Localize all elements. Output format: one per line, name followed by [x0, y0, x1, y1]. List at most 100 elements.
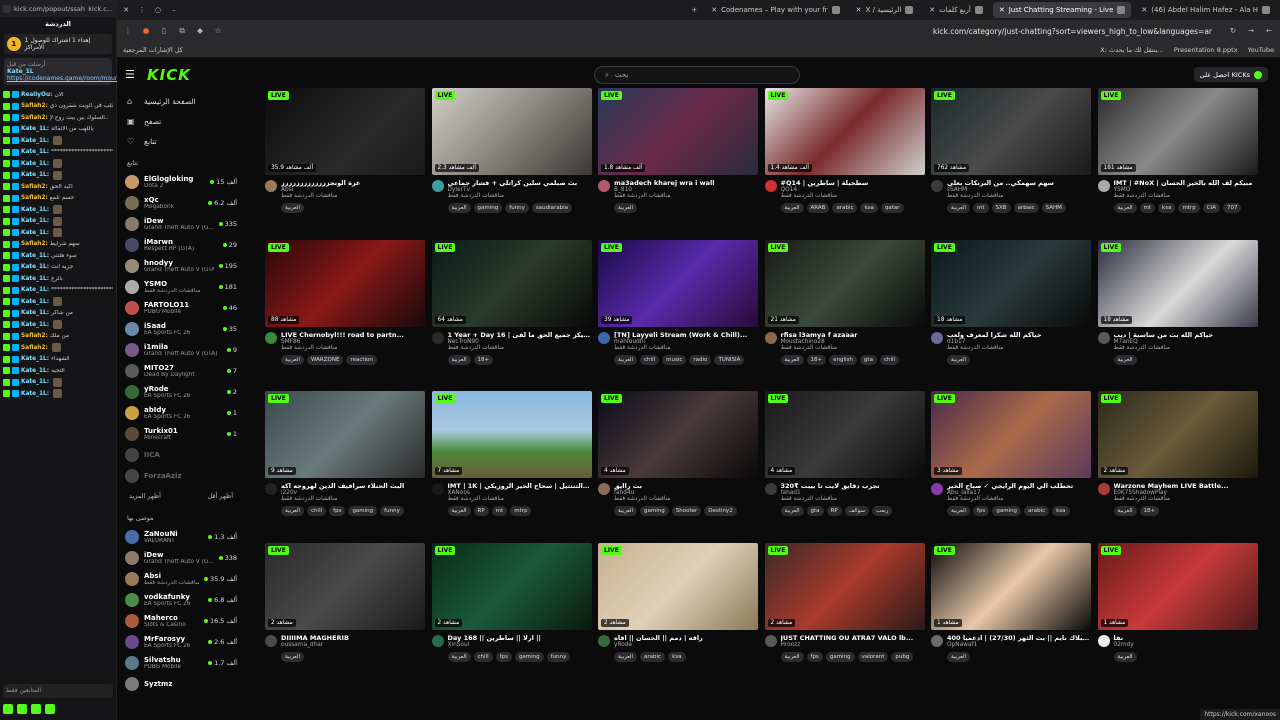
channel-avatar[interactable]	[1097, 180, 1110, 192]
tag-chip[interactable]: arabic	[640, 651, 666, 662]
channel-avatar[interactable]	[931, 331, 943, 344]
shield-icon[interactable]: ◆	[195, 26, 205, 36]
tag-chip[interactable]: Destiny2	[704, 506, 737, 516]
tag-chip[interactable]: العربية	[947, 203, 971, 213]
tag-chip[interactable]: music	[662, 354, 687, 365]
stream-thumbnail[interactable]: LIVE 9 مشاهد	[265, 391, 425, 478]
channel-avatar[interactable]	[931, 180, 943, 192]
chat-username[interactable]: Kate_1L:	[21, 126, 49, 132]
channel-avatar[interactable]	[931, 634, 943, 647]
stream-category[interactable]: مناقشات الدردشة فقط	[614, 193, 758, 199]
channel-avatar[interactable]	[1097, 331, 1110, 344]
url-field[interactable]: kick.com/category/just-chatting?sort=vie…	[231, 27, 1220, 36]
sidebar-channel[interactable]: iMarwn Respect RP (GTA) 29	[117, 234, 245, 255]
chat-username[interactable]: Kate_1L:	[21, 218, 49, 224]
tag-chip[interactable]: CIA	[1202, 203, 1220, 213]
stream-thumbnail[interactable]: LIVE 2.3 ألف مشاهد	[431, 88, 592, 175]
stream-thumbnail[interactable]: LIVE 18 مشاهد	[931, 239, 1091, 327]
chat-username[interactable]: Kate_1L:	[21, 253, 49, 259]
tag-chip[interactable]: gaming	[348, 506, 378, 516]
stream-thumbnail[interactable]: LIVE 2 مشاهد	[265, 542, 425, 630]
chat-input[interactable]: المتابعين فقط	[3, 684, 113, 698]
tag-chip[interactable]: valorant	[857, 651, 889, 662]
tag-chip[interactable]: funny	[380, 506, 404, 516]
tag-chip[interactable]: العربية	[447, 354, 471, 365]
stream-card[interactable]: LIVE 88 مشاهد LIVE Chernobyl!!! road to pa…	[265, 239, 425, 365]
tag-chip[interactable]: العربية	[281, 203, 305, 213]
tag-chip[interactable]: ksa	[1158, 203, 1176, 213]
stream-category[interactable]: مناقشات الدردشة فقط	[614, 345, 758, 351]
stream-card[interactable]: LIVE 2 مشاهد راقه | دمم || الحسان || اقاه y…	[598, 542, 758, 662]
chat-username[interactable]: Kate_1L:	[21, 310, 49, 316]
stream-title[interactable]: حياكم الله شكرا لمعرف ولعب	[947, 331, 1091, 339]
tag-chip[interactable]: ksa	[1052, 506, 1070, 516]
stream-thumbnail[interactable]: LIVE 64 مشاهد	[431, 239, 592, 327]
sidebar-channel[interactable]: vodkafunky EA Sports FC 26 6.8 ألف	[117, 589, 245, 610]
tag-chip[interactable]: english	[829, 354, 857, 365]
menu-icon[interactable]: ⋮	[137, 6, 147, 14]
tag-chip[interactable]: ksa	[668, 651, 686, 662]
tag-chip[interactable]: 18+	[473, 354, 494, 365]
stream-title[interactable]: Warzone Mayhem LIVE Battle...	[1114, 482, 1258, 490]
search-input[interactable]: ⌕ بحث	[594, 66, 800, 84]
tag-chip[interactable]: fps	[495, 651, 512, 662]
stream-card[interactable]: LIVE 2 مشاهد DIIIIMA MAGHERIB oussama_dhar ا…	[265, 542, 425, 662]
sidebar-channel[interactable]: yRode EA Sports FC 26 2	[117, 381, 245, 402]
stream-title[interactable]: البلاك نايم || بث الثهر (27/30) | ادعميا…	[947, 634, 1091, 642]
channel-avatar[interactable]	[431, 331, 444, 344]
tag-chip[interactable]: gaming	[514, 651, 544, 662]
tag-chip[interactable]: Shooter	[671, 506, 702, 516]
tag-chip[interactable]: 707	[1222, 203, 1242, 213]
channel-avatar[interactable]	[598, 483, 610, 495]
close-tab-icon[interactable]: ✕	[856, 6, 862, 14]
channel-avatar[interactable]	[764, 331, 777, 344]
stream-card[interactable]: LIVE 2 مشاهد JUST CHATTING OU ATRA7 VALO l…	[764, 542, 925, 662]
stream-category[interactable]: مناقشات الدردشة فقط	[947, 496, 1091, 502]
browser-tab[interactable]: ✕ Codenames – Play with your fr	[705, 2, 845, 18]
show-more-button[interactable]: أظهر المزيد	[129, 492, 161, 500]
stream-title[interactable]: #Q14 | سطحيلة | ساطرين	[781, 179, 925, 187]
sidebar-channel[interactable]: Silvatshu PUBG Mobile 1.7 ألف	[117, 652, 245, 673]
stream-title[interactable]: rfisa l3amya f azaaar	[781, 331, 925, 339]
stream-thumbnail[interactable]: LIVE 39 مشاهد	[598, 239, 758, 327]
stream-card[interactable]: LIVE 4 مشاهد بث راايق fahd4u مناقشات الدردشة…	[598, 391, 758, 516]
stream-title[interactable]: تجرب دقايق لايت تا بيبت ₹320	[781, 482, 925, 490]
close-tab-icon[interactable]: ✕	[1141, 6, 1147, 14]
sidebar-channel[interactable]: Maherco Slots & Casino 16.5 ألف	[117, 610, 245, 631]
stream-card[interactable]: LIVE 2 مشاهد Warzone Mayhem LIVE Battle...…	[1097, 391, 1258, 516]
tag-chip[interactable]: qatar	[880, 203, 904, 213]
close-tab-icon[interactable]: ✕	[999, 6, 1005, 14]
browser-tab[interactable]: ✕ X / الرئيسية	[850, 2, 920, 18]
stream-title[interactable]: البث الحنلاء سرافيف الدين لهروجه اكه	[281, 482, 425, 490]
tag-chip[interactable]: العربية	[780, 354, 804, 365]
chat-username[interactable]: Saflah2:	[21, 184, 48, 190]
tag-chip[interactable]: pubg	[891, 651, 914, 662]
channel-avatar[interactable]	[265, 483, 277, 495]
stream-category[interactable]: مناقشات الدردشة فقط	[947, 193, 1091, 199]
tag-chip[interactable]: chill	[879, 354, 900, 365]
extensions-icon[interactable]: ⧉	[177, 26, 187, 36]
stream-thumbnail[interactable]: LIVE 4 مشاهد	[764, 391, 925, 478]
chat-username[interactable]: Kate_1L:	[21, 276, 49, 282]
chat-username[interactable]: ReallyOu:	[21, 92, 52, 98]
tag-chip[interactable]: gaming	[825, 651, 855, 662]
chat-username[interactable]: Saflah2:	[21, 115, 48, 121]
tag-chip[interactable]: reaction	[346, 354, 377, 365]
tag-chip[interactable]: fps	[329, 506, 346, 516]
stream-category[interactable]: مناقشات الدردشة فقط	[281, 193, 425, 199]
show-less-button[interactable]: أظهر أقل	[208, 492, 233, 500]
stream-category[interactable]: مناقشات الدردشة فقط	[1114, 496, 1258, 502]
sidebar-icon[interactable]: ▯	[159, 26, 169, 36]
stream-thumbnail[interactable]: LIVE 18 مشاهد	[1097, 239, 1258, 327]
tag-chip[interactable]: العربية	[281, 506, 305, 516]
stream-category[interactable]: مناقشات الدردشة فقط	[1114, 193, 1258, 199]
stream-title[interactable]: ma3adech kharej wra i wall	[614, 179, 758, 187]
stream-title[interactable]: تحطلب الي اليوم الرايجي ✓ صباح الخير	[947, 482, 1091, 490]
tag-chip[interactable]: mt	[491, 506, 508, 516]
sidebar-channel[interactable]: ZaNouNi VALORANT 1.3 ألف	[117, 526, 245, 547]
stream-card[interactable]: LIVE 1 مشاهد البلاك نايم || بث الثهر (27/3…	[931, 542, 1091, 662]
tag-chip[interactable]: العربية	[614, 354, 638, 365]
close-tab-icon[interactable]: ✕	[711, 6, 717, 14]
tag-chip[interactable]: fps	[973, 506, 990, 516]
brave-icon[interactable]: ●	[141, 26, 151, 36]
